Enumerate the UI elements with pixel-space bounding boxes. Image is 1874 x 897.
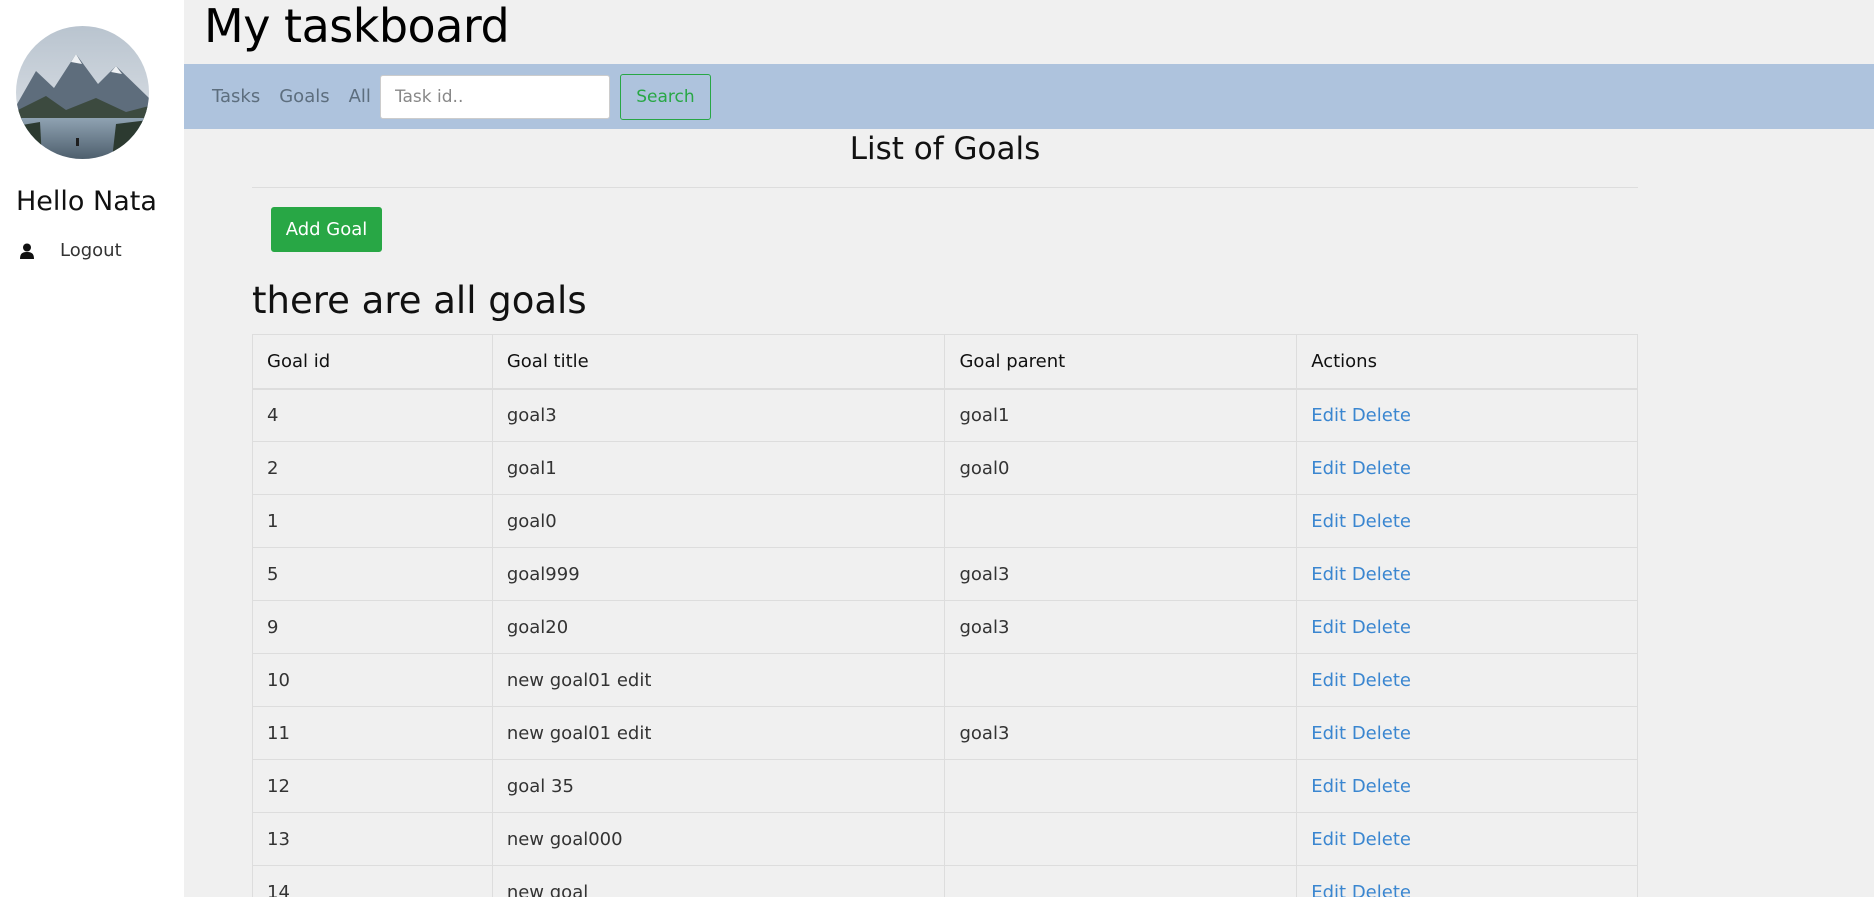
table-row: 9 goal20 goal3 Edit Delete — [252, 600, 1638, 654]
actions-cell: Edit Delete — [1296, 706, 1638, 760]
goal-title-cell: goal 35 — [491, 759, 946, 813]
column-header-actions: Actions — [1296, 334, 1638, 390]
goal-id-cell: 4 — [252, 388, 493, 442]
actions-cell: Edit Delete — [1296, 812, 1638, 866]
delete-link[interactable]: Delete — [1352, 405, 1411, 426]
app-title: My taskboard — [204, 0, 510, 53]
goal-parent-cell — [944, 759, 1298, 813]
delete-link[interactable]: Delete — [1352, 670, 1411, 691]
edit-link[interactable]: Edit — [1311, 670, 1346, 691]
goal-id-cell: 9 — [252, 600, 493, 654]
column-header-goal-parent: Goal parent — [944, 334, 1298, 390]
actions-cell: Edit Delete — [1296, 600, 1638, 654]
goal-id-cell: 1 — [252, 494, 493, 548]
goal-parent-cell: goal1 — [944, 388, 1298, 442]
search-input[interactable] — [379, 74, 610, 119]
logout-link[interactable]: Logout — [20, 240, 122, 261]
actions-cell: Edit Delete — [1296, 865, 1638, 897]
edit-link[interactable]: Edit — [1311, 882, 1346, 897]
section-title: there are all goals — [252, 279, 587, 322]
table-header-row: Goal id Goal title Goal parent Actions — [252, 334, 1638, 390]
actions-cell: Edit Delete — [1296, 494, 1638, 548]
goal-parent-cell: goal3 — [944, 706, 1298, 760]
table-row: 12 goal 35 Edit Delete — [252, 759, 1638, 813]
goal-title-cell: goal20 — [491, 600, 946, 654]
delete-link[interactable]: Delete — [1352, 458, 1411, 479]
goal-parent-cell: goal3 — [944, 547, 1298, 601]
table-row: 10 new goal01 edit Edit Delete — [252, 653, 1638, 707]
table-row: 13 new goal000 Edit Delete — [252, 812, 1638, 866]
search-button[interactable]: Search — [619, 73, 711, 120]
goal-title-cell: new goal01 edit — [491, 653, 946, 707]
actions-cell: Edit Delete — [1296, 388, 1638, 442]
sidebar: Hello Nata Logout — [0, 0, 184, 897]
edit-link[interactable]: Edit — [1311, 776, 1346, 797]
goal-id-cell: 11 — [252, 706, 493, 760]
nav-link-all[interactable]: All — [349, 86, 371, 107]
edit-link[interactable]: Edit — [1311, 405, 1346, 426]
edit-link[interactable]: Edit — [1311, 564, 1346, 585]
goal-title-cell: new goal000 — [491, 812, 946, 866]
goals-table: Goal id Goal title Goal parent Actions 4… — [252, 334, 1638, 897]
nav-link-goals[interactable]: Goals — [279, 86, 329, 107]
goal-parent-cell — [944, 865, 1298, 897]
divider — [252, 187, 1638, 188]
goal-title-cell: new goal — [491, 865, 946, 897]
column-header-goal-title: Goal title — [491, 334, 946, 390]
goals-content: List of Goals Add Goal there are all goa… — [252, 129, 1638, 897]
actions-cell: Edit Delete — [1296, 653, 1638, 707]
delete-link[interactable]: Delete — [1352, 829, 1411, 850]
column-header-goal-id: Goal id — [252, 334, 493, 390]
goal-parent-cell — [944, 653, 1298, 707]
goal-id-cell: 5 — [252, 547, 493, 601]
actions-cell: Edit Delete — [1296, 547, 1638, 601]
goal-parent-cell: goal0 — [944, 441, 1298, 495]
edit-link[interactable]: Edit — [1311, 458, 1346, 479]
goal-id-cell: 13 — [252, 812, 493, 866]
edit-link[interactable]: Edit — [1311, 511, 1346, 532]
table-row: 4 goal3 goal1 Edit Delete — [252, 388, 1638, 442]
delete-link[interactable]: Delete — [1352, 617, 1411, 638]
user-icon — [20, 243, 34, 259]
delete-link[interactable]: Delete — [1352, 723, 1411, 744]
avatar — [16, 26, 149, 159]
actions-cell: Edit Delete — [1296, 759, 1638, 813]
edit-link[interactable]: Edit — [1311, 829, 1346, 850]
goal-id-cell: 12 — [252, 759, 493, 813]
logout-label: Logout — [60, 240, 122, 261]
greeting: Hello Nata — [16, 186, 157, 217]
delete-link[interactable]: Delete — [1352, 882, 1411, 897]
goal-title-cell: goal999 — [491, 547, 946, 601]
actions-cell: Edit Delete — [1296, 441, 1638, 495]
goal-id-cell: 14 — [252, 865, 493, 897]
delete-link[interactable]: Delete — [1352, 564, 1411, 585]
goal-id-cell: 10 — [252, 653, 493, 707]
navbar: Tasks Goals All Search — [184, 64, 1874, 129]
table-row: 2 goal1 goal0 Edit Delete — [252, 441, 1638, 495]
table-row: 5 goal999 goal3 Edit Delete — [252, 547, 1638, 601]
goal-parent-cell — [944, 494, 1298, 548]
goal-title-cell: goal1 — [491, 441, 946, 495]
goal-title-cell: new goal01 edit — [491, 706, 946, 760]
main-area: My taskboard Tasks Goals All Search List… — [184, 0, 1874, 897]
delete-link[interactable]: Delete — [1352, 511, 1411, 532]
table-row: 1 goal0 Edit Delete — [252, 494, 1638, 548]
table-row: 11 new goal01 edit goal3 Edit Delete — [252, 706, 1638, 760]
nav-link-tasks[interactable]: Tasks — [212, 86, 260, 107]
edit-link[interactable]: Edit — [1311, 617, 1346, 638]
delete-link[interactable]: Delete — [1352, 776, 1411, 797]
add-goal-button[interactable]: Add Goal — [271, 207, 382, 252]
goal-title-cell: goal3 — [491, 388, 946, 442]
edit-link[interactable]: Edit — [1311, 723, 1346, 744]
table-row: 14 new goal Edit Delete — [252, 865, 1638, 897]
goal-title-cell: goal0 — [491, 494, 946, 548]
goal-parent-cell — [944, 812, 1298, 866]
goal-parent-cell: goal3 — [944, 600, 1298, 654]
list-title: List of Goals — [849, 131, 1041, 167]
goal-id-cell: 2 — [252, 441, 493, 495]
